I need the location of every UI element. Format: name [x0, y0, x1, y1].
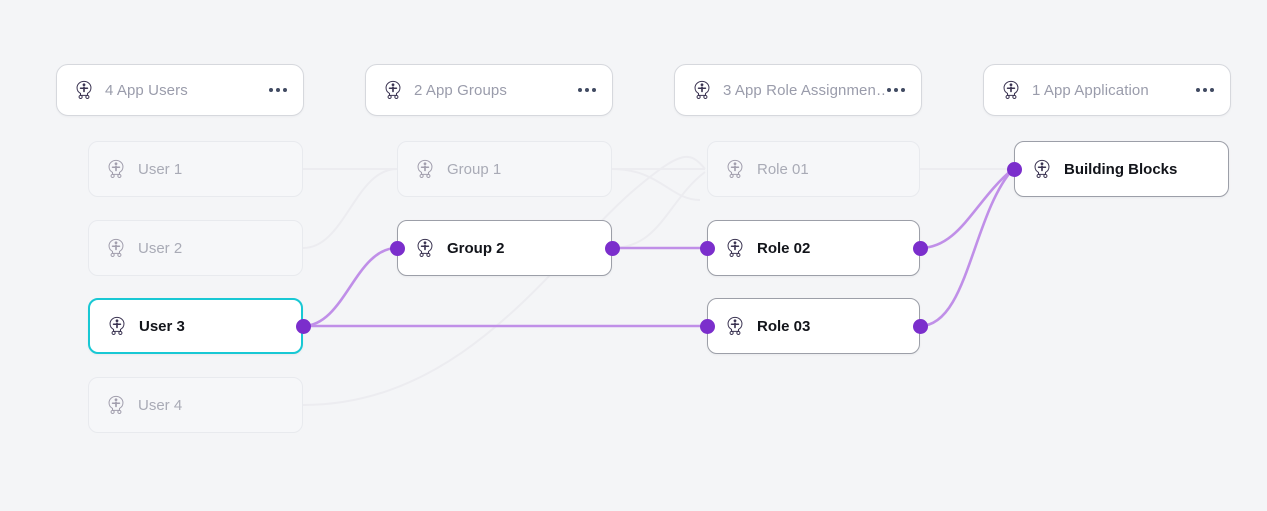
handle-role-02-target[interactable]: [700, 241, 715, 256]
identity-icon: [727, 238, 743, 258]
identity-icon: [727, 159, 743, 179]
handle-role-03-source[interactable]: [913, 319, 928, 334]
node-label: Role 02: [757, 239, 811, 257]
identity-icon: [727, 316, 743, 336]
faded-edge-group2-role01: [611, 171, 706, 249]
node-label: Building Blocks: [1064, 160, 1178, 178]
node-building-blocks[interactable]: Building Blocks: [1014, 141, 1229, 197]
column-header-label: 3 App Role Assignmen…: [723, 81, 885, 99]
handle-user-3-source[interactable]: [296, 319, 311, 334]
node-label: Group 1: [447, 160, 502, 178]
identity-icon: [108, 159, 124, 179]
node-role-03[interactable]: Role 03: [707, 298, 920, 354]
handle-role-02-source[interactable]: [913, 241, 928, 256]
faded-edge-user2-group1: [302, 168, 398, 249]
edge-user3-group2: [301, 246, 399, 328]
column-header-label: 1 App Application: [1032, 81, 1149, 99]
handle-group-2-source[interactable]: [605, 241, 620, 256]
more-options-icon[interactable]: [885, 82, 907, 98]
column-header-app-groups[interactable]: 2 App Groups: [365, 64, 613, 116]
column-header-app-role-assignments[interactable]: 3 App Role Assignmen…: [674, 64, 922, 116]
identity-icon: [108, 238, 124, 258]
handle-role-03-target[interactable]: [700, 319, 715, 334]
identity-icon: [76, 80, 92, 100]
node-group-2[interactable]: Group 2: [397, 220, 612, 276]
identity-icon: [417, 159, 433, 179]
identity-icon: [1003, 80, 1019, 100]
edge-role03-app: [918, 167, 1015, 328]
handle-building-blocks-target[interactable]: [1007, 162, 1022, 177]
graph-canvas[interactable]: 4 App Users 2 App Groups 3 App Role Assi…: [0, 0, 1267, 511]
more-options-icon[interactable]: [267, 82, 289, 98]
node-role-01[interactable]: Role 01: [707, 141, 920, 197]
identity-icon: [417, 238, 433, 258]
identity-icon: [108, 395, 124, 415]
identity-icon: [109, 316, 125, 336]
node-user-1[interactable]: User 1: [88, 141, 303, 197]
node-group-1[interactable]: Group 1: [397, 141, 612, 197]
node-label: User 4: [138, 396, 183, 414]
node-user-4[interactable]: User 4: [88, 377, 303, 433]
identity-icon: [694, 80, 710, 100]
node-label: Group 2: [447, 239, 505, 257]
column-header-label: 2 App Groups: [414, 81, 507, 99]
more-options-icon[interactable]: [1194, 82, 1216, 98]
faded-edge-group1-role01-curve: [611, 168, 701, 201]
node-user-2[interactable]: User 2: [88, 220, 303, 276]
column-header-app-users[interactable]: 4 App Users: [56, 64, 304, 116]
column-header-label: 4 App Users: [105, 81, 188, 99]
column-header-app-application[interactable]: 1 App Application: [983, 64, 1231, 116]
node-label: User 1: [138, 160, 183, 178]
identity-icon: [385, 80, 401, 100]
node-role-02[interactable]: Role 02: [707, 220, 920, 276]
node-label: Role 03: [757, 317, 811, 335]
identity-icon: [1034, 159, 1050, 179]
node-user-3[interactable]: User 3: [88, 298, 303, 354]
edge-role02-app: [918, 167, 1015, 250]
node-label: User 2: [138, 239, 183, 257]
more-options-icon[interactable]: [576, 82, 598, 98]
node-label: User 3: [139, 317, 185, 335]
node-label: Role 01: [757, 160, 809, 178]
handle-group-2-target[interactable]: [390, 241, 405, 256]
